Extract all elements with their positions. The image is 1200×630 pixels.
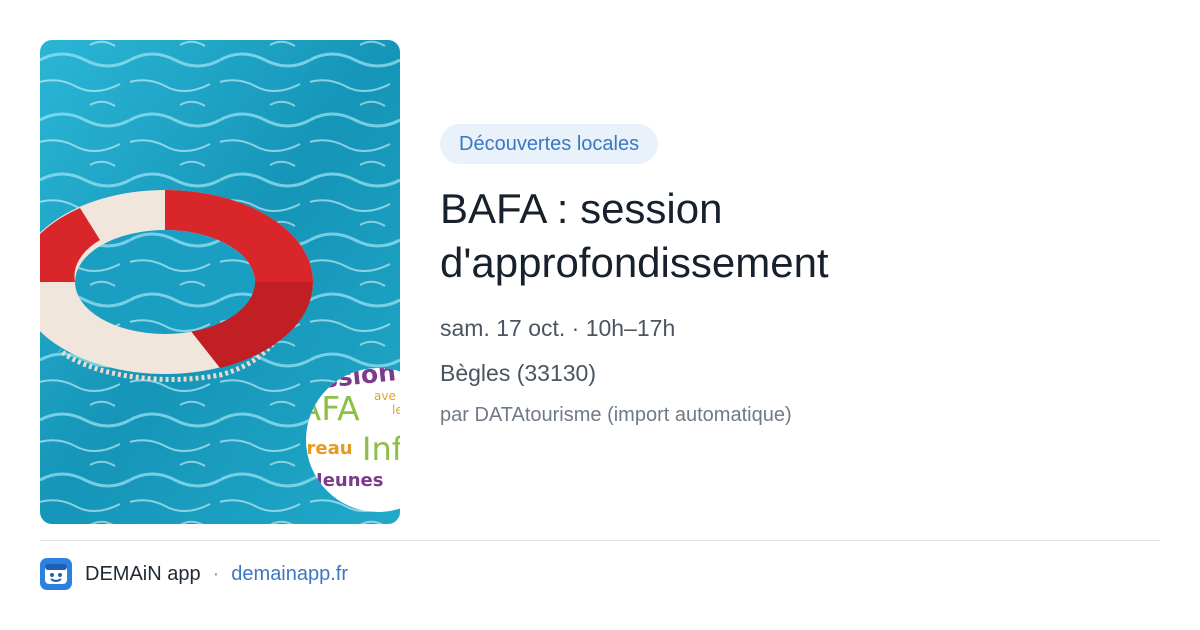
app-domain-link[interactable]: demainapp.fr [231,563,348,586]
event-title-line2: d'approfondissement [440,239,829,286]
lifebuoy-pool-illustration: Session BAFA ave le Bureau Info Jeunes [40,40,400,524]
svg-text:le: le [392,403,400,417]
footer-separator: · [212,562,220,585]
footer: DEMAiN app · demainapp.fr [40,558,348,590]
app-name: DEMAiN app [85,562,201,585]
event-title-line1: BAFA : session [440,185,723,232]
demain-app-icon[interactable] [40,558,72,590]
svg-text:Jeunes: Jeunes [314,470,383,491]
footer-divider [40,540,1160,541]
event-date-time: sam. 17 oct. · 10h–17h [440,315,676,341]
event-location: Bègles (33130) [440,360,596,386]
event-image[interactable]: Session BAFA ave le Bureau Info Jeunes [40,40,400,524]
event-title: BAFA : session d'approfondissement [440,182,1160,290]
category-badge[interactable]: Découvertes locales [440,124,659,164]
svg-text:ave: ave [374,389,396,403]
event-source: par DATAtourisme (import automatique) [440,404,792,426]
svg-text:Info: Info [362,430,400,468]
